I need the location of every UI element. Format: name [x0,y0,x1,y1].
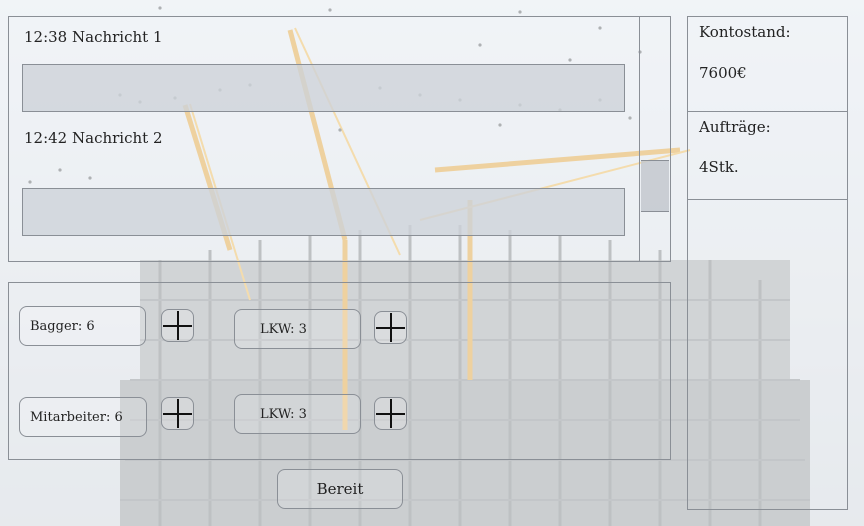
message-title-2: 12:42 Nachricht 2 [24,129,163,147]
message-scrollbar[interactable] [639,17,670,261]
mitarbeiter-label: Mitarbeiter: 6 [30,409,123,425]
bagger-label: Bagger: 6 [30,318,95,334]
add-mitarbeiter-button[interactable] [161,397,194,430]
ready-button[interactable]: Bereit [277,469,403,509]
lkw-label-bottom: LKW: 3 [260,406,307,422]
orders-value: 4Stk. [699,158,739,176]
add-lkw-button-top[interactable] [374,311,407,344]
lkw-field-bottom: LKW: 3 [234,394,361,434]
lkw-label-top: LKW: 3 [260,321,307,337]
side-divider-1 [688,111,847,112]
resources-panel: Bagger: 6 LKW: 3 Mitarbeiter: 6 LKW: 3 [8,282,671,460]
add-bagger-button[interactable] [161,309,194,342]
scrollbar-thumb[interactable] [641,160,669,212]
add-lkw-button-bottom[interactable] [374,397,407,430]
orders-label: Aufträge: [699,118,771,136]
mitarbeiter-field: Mitarbeiter: 6 [19,397,147,437]
message-body-2 [22,188,625,236]
message-panel: 12:38 Nachricht 1 12:42 Nachricht 2 [8,16,671,262]
message-body-1 [22,64,625,112]
side-divider-2 [688,199,847,200]
lkw-field-top: LKW: 3 [234,309,361,349]
message-title-1: 12:38 Nachricht 1 [24,28,163,46]
status-panel: Kontostand: 7600€ Aufträge: 4Stk. [687,16,848,510]
balance-label: Kontostand: [699,23,791,41]
bagger-field: Bagger: 6 [19,306,146,346]
balance-value: 7600€ [699,64,747,82]
